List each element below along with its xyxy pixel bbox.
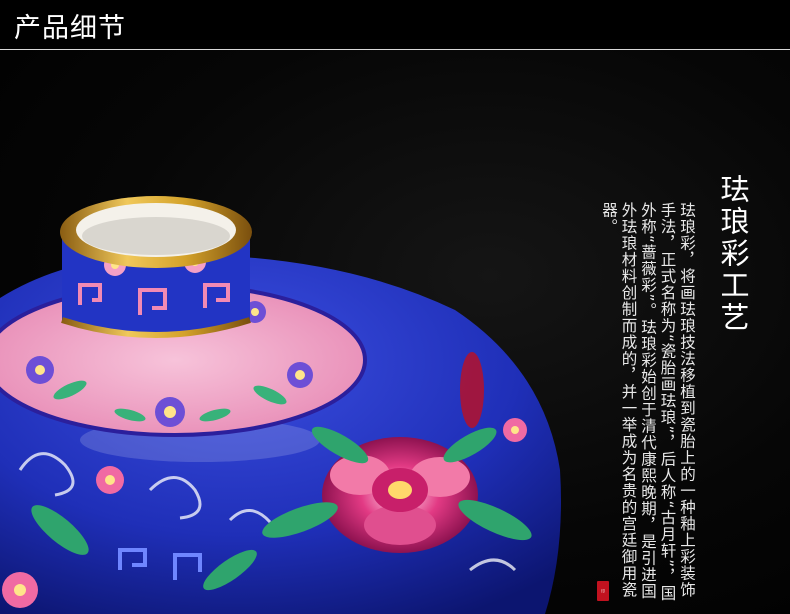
article-title: 珐琅彩工艺 xyxy=(716,174,750,334)
section-header: 产品细节 xyxy=(0,0,790,50)
article-body: 珐琅彩，将画珐琅技法移植到瓷胎上的一种釉上彩装饰手法，正式名称为“瓷胎画珐琅”，… xyxy=(600,202,696,602)
section-title: 产品细节 xyxy=(14,13,126,44)
product-detail-photo: 珐琅彩工艺 珐琅彩，将画珐琅技法移植到瓷胎上的一种釉上彩装饰手法，正式名称为“瓷… xyxy=(0,50,790,614)
seal-stamp-icon: 印 xyxy=(597,581,609,601)
